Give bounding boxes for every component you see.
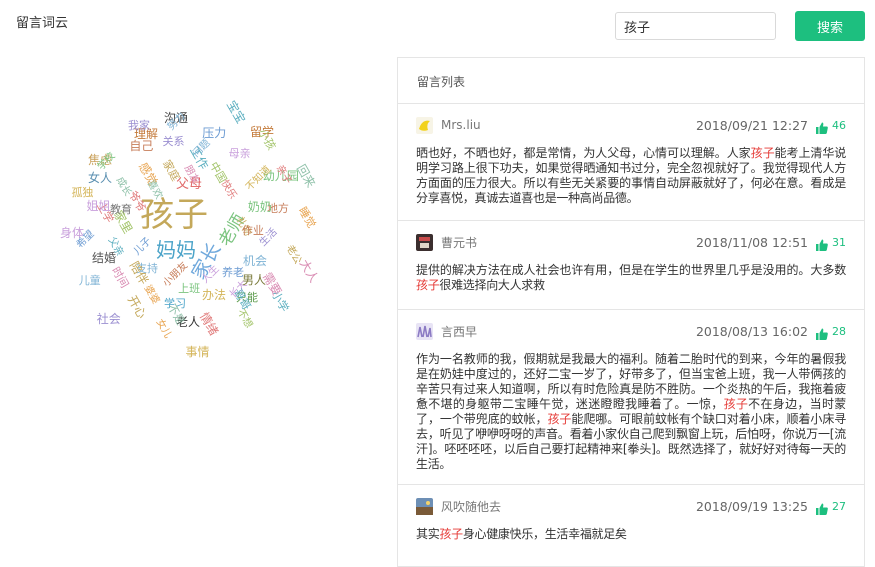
thumbs-up-icon[interactable] [816,500,828,515]
word-cloud-word: 妈妈 [156,238,196,262]
word-cloud-word: 社会 [96,312,121,327]
word-cloud-word: 办法 [201,287,226,302]
word-cloud-word: 自己 [129,138,154,153]
search-input[interactable] [615,12,776,40]
comment-date: 2018/08/13 16:02 [695,323,808,339]
comment-username: Mrs.liu [441,118,481,132]
word-cloud: 孩子 妈妈 家长 老师 父母 沟通 理解 结婚 男人 老人 女人 教育 焦虑 学习 留学 只能 礼物 支持 工作 长大… [60,97,330,370]
like-count: 31 [832,235,846,249]
avatar [416,233,433,251]
word-cloud-word: 关系 [162,134,185,148]
comment-item: 风吹随他去 2018/09/19 13:25 27 其实孩子身心健康快乐，生活幸… [398,485,864,567]
comment-date: 2018/11/08 12:51 [695,234,808,250]
word-cloud-word: 机会 [242,253,267,268]
thumbs-up-icon[interactable] [816,236,828,251]
page-title: 留言词云 [16,16,69,31]
word-cloud-word: 儿童 [78,273,101,287]
word-cloud-word: 问题 [190,137,213,160]
word-cloud-word: 上班 [178,281,201,295]
thumbs-up-icon[interactable] [816,325,828,340]
comment-text: 作为一名教师的我，假期就是我最大的福利。随着二胎时代的到来，今年的暑假我是在奶娃… [416,352,846,471]
search-button[interactable]: 搜索 [795,11,865,41]
keyword-highlight: 孩子 [416,278,440,292]
comment-item: 曹元书 2018/11/08 12:51 31 提供的解决方法在成人社会也许有用… [398,221,864,310]
word-cloud-word: 养老 [221,266,244,280]
word-cloud-word: 孩子 [140,195,208,235]
word-cloud-word: 家庭 [160,157,183,183]
comment-text: 提供的解决方法在成人社会也许有用，但是在学生的世界里几乎是没用的。大多数孩子很难… [416,263,846,292]
word-cloud-word: 快乐 [218,178,239,202]
comment-date: 2018/09/19 13:25 [695,498,808,514]
word-cloud-word: 开心 [125,293,150,322]
word-cloud-word: 睡觉 [295,205,318,231]
word-cloud-word: 事情 [185,344,210,359]
avatar [416,497,433,515]
word-cloud-word: 婆婆 [141,283,162,307]
comment-username: 曹元书 [441,235,478,250]
comments-panel: 留言列表 Mrs.liu 2018/09/21 12:27 46 晒也好，不晒也… [397,57,865,567]
word-cloud-word: 我家 [127,118,150,132]
word-cloud-word: 奶奶 [247,200,272,215]
avatar [416,116,433,134]
word-cloud-word: 儿子 [131,235,154,258]
comment-item: 言西早 2018/08/13 16:02 28 作为一名教师的我，假期就是我最大… [398,310,864,485]
keyword-highlight: 孩子 [547,412,572,426]
comment-username: 风吹随他去 [441,499,502,514]
word-cloud-word: 姐姐 [86,199,111,214]
like-count: 46 [832,118,846,132]
comment-text: 其实孩子身心健康快乐，生活幸福就足矣 [416,527,627,541]
word-cloud-word: 回来 [293,162,318,190]
avatar [416,322,433,340]
thumbs-up-icon[interactable] [816,119,828,134]
word-cloud-word: 时间 [108,264,131,291]
keyword-highlight: 孩子 [723,397,749,411]
like-count: 27 [832,499,846,513]
comment-date: 2018/09/21 12:27 [695,117,808,133]
word-cloud-word: 母亲 [228,146,251,160]
comment-username: 言西早 [441,324,478,339]
keyword-highlight: 孩子 [750,146,775,160]
comment-text: 晒也好，不晒也好，都是常情，为人父母，心情可以理解。人家孩子能考上清华说明学习路… [416,146,847,205]
word-cloud-word: 作业 [241,224,264,238]
word-cloud-word: 孤独 [71,186,94,200]
like-count: 28 [832,324,846,338]
word-cloud-word: 情绪 [197,309,222,338]
word-cloud-word: 女人 [88,171,113,185]
word-cloud-word: 女儿 [154,317,174,341]
panel-header: 留言列表 [398,58,864,104]
keyword-highlight: 孩子 [439,527,463,541]
word-cloud-word: 压力 [202,126,227,141]
comment-item: Mrs.liu 2018/09/21 12:27 46 晒也好，不晒也好，都是常… [398,104,864,221]
word-cloud-word: 宝宝 [224,97,249,126]
